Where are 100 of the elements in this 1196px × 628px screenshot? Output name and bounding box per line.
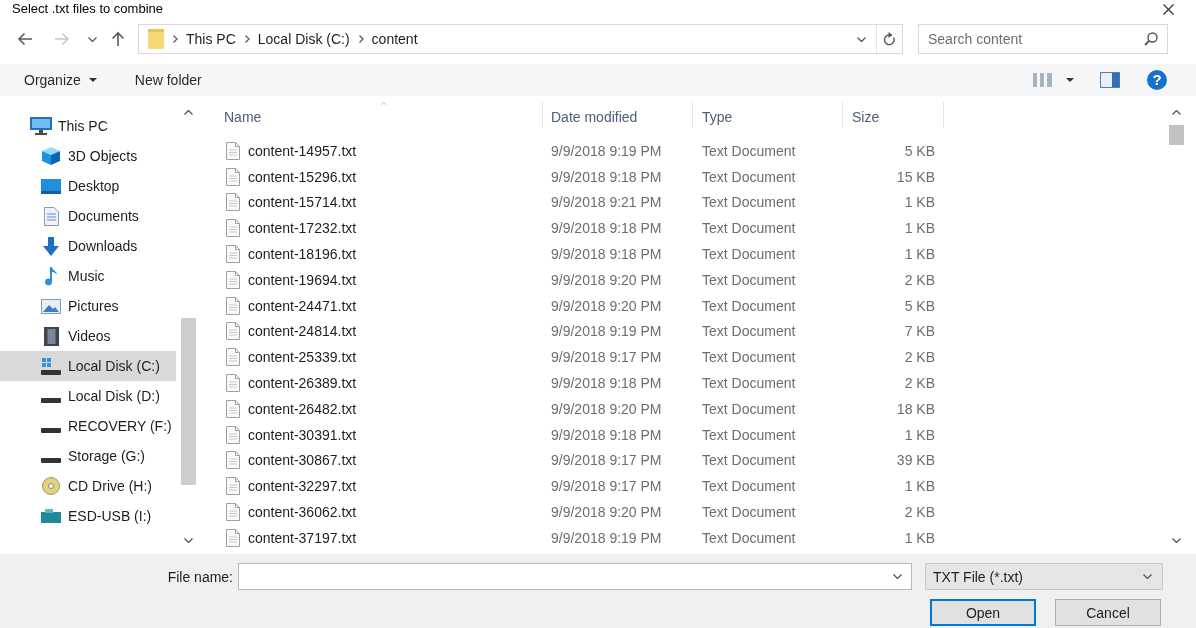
- file-name[interactable]: content-36062.txt: [248, 504, 357, 521]
- sidebar-item[interactable]: Pictures: [0, 291, 176, 321]
- file-type: Text Document: [701, 142, 796, 159]
- chevron-right-icon[interactable]: [244, 35, 250, 43]
- sidebar-item[interactable]: 3D Objects: [0, 141, 176, 171]
- sidebar-item[interactable]: Documents: [0, 201, 176, 231]
- view-options-button[interactable]: [1033, 73, 1074, 87]
- window-title: Select .txt files to combine: [12, 1, 163, 17]
- file-size: 5 KB: [904, 297, 936, 314]
- sidebar-item[interactable]: Local Disk (C:): [0, 351, 176, 381]
- breadcrumb[interactable]: This PC: [186, 30, 236, 48]
- file-date: 9/9/2018 9:18 PM: [550, 168, 662, 185]
- file-type: Text Document: [701, 478, 796, 495]
- preview-pane-icon[interactable]: [1100, 72, 1120, 88]
- dialog-button[interactable]: Open: [930, 599, 1036, 626]
- chevron-up-icon[interactable]: [1172, 110, 1181, 115]
- file-size: 15 KB: [896, 168, 936, 185]
- file-type: Text Document: [701, 220, 796, 237]
- column-header[interactable]: Type: [693, 102, 843, 128]
- chevron-down-icon[interactable]: [184, 538, 193, 543]
- sidebar-item[interactable]: Videos: [0, 321, 176, 351]
- chevron-right-icon[interactable]: [173, 35, 178, 43]
- file-name[interactable]: content-24471.txt: [248, 297, 357, 314]
- breadcrumb[interactable]: content: [371, 30, 418, 48]
- scrollbar-thumb[interactable]: [181, 318, 196, 485]
- file-name-field[interactable]: [238, 563, 912, 590]
- file-date: 9/9/2018 9:19 PM: [550, 529, 662, 546]
- chevron-down-icon[interactable]: [1172, 538, 1181, 543]
- close-icon[interactable]: [1163, 3, 1174, 15]
- document-icon: [226, 270, 240, 289]
- file-size: 7 KB: [904, 323, 936, 340]
- column-header[interactable]: Size: [843, 102, 944, 128]
- file-name[interactable]: content-25339.txt: [248, 349, 357, 366]
- organize-button[interactable]: Organize: [24, 67, 97, 93]
- sidebar-item[interactable]: This PC: [0, 111, 176, 141]
- column-header[interactable]: Name: [197, 102, 543, 128]
- file-name[interactable]: content-26482.txt: [248, 400, 357, 417]
- sidebar-item[interactable]: Downloads: [0, 231, 176, 261]
- sidebar-item[interactable]: Desktop: [0, 171, 176, 201]
- file-name[interactable]: content-19694.txt: [248, 271, 357, 288]
- help-button[interactable]: ?: [1147, 70, 1167, 90]
- document-icon: [226, 219, 240, 238]
- chevron-up-icon[interactable]: [184, 110, 193, 115]
- column-header[interactable]: Date modified: [543, 102, 693, 128]
- file-name[interactable]: content-15296.txt: [248, 168, 357, 185]
- search-icon[interactable]: [1144, 32, 1158, 46]
- file-name[interactable]: content-32297.txt: [248, 478, 357, 495]
- file-date: 9/9/2018 9:21 PM: [550, 194, 662, 211]
- file-name[interactable]: content-14957.txt: [248, 142, 357, 159]
- address-bar[interactable]: This PC Local Disk (C:) content: [138, 24, 903, 54]
- drive-icon: [41, 458, 61, 463]
- file-date: 9/9/2018 9:20 PM: [550, 504, 662, 521]
- new-folder-button[interactable]: New folder: [134, 67, 202, 93]
- sidebar-item[interactable]: ESD-USB (I:): [0, 501, 176, 531]
- file-type: Text Document: [701, 504, 796, 521]
- file-name[interactable]: content-18196.txt: [248, 246, 357, 263]
- document-icon: [43, 206, 59, 226]
- file-name[interactable]: content-24814.txt: [248, 323, 357, 340]
- file-date: 9/9/2018 9:17 PM: [550, 349, 662, 366]
- sidebar-item[interactable]: Local Disk (D:): [0, 381, 176, 411]
- file-date: 9/9/2018 9:19 PM: [550, 142, 662, 159]
- file-type: Text Document: [701, 426, 796, 443]
- chevron-down-icon[interactable]: [857, 36, 866, 42]
- film-icon: [43, 326, 59, 346]
- caret-icon: [1066, 78, 1074, 82]
- file-name[interactable]: content-26389.txt: [248, 375, 357, 392]
- file-size: 2 KB: [904, 504, 936, 521]
- sidebar-item[interactable]: Storage (G:): [0, 441, 176, 471]
- arrow-right-icon: [54, 32, 70, 46]
- file-type: Text Document: [701, 400, 796, 417]
- file-date: 9/9/2018 9:17 PM: [550, 478, 662, 495]
- chevron-down-icon[interactable]: [893, 574, 902, 579]
- sidebar-item[interactable]: Music: [0, 261, 176, 291]
- picture-icon: [41, 298, 61, 314]
- search-field[interactable]: Search content: [918, 24, 1168, 54]
- file-name[interactable]: content-15714.txt: [248, 194, 357, 211]
- chevron-down-icon[interactable]: [1143, 574, 1152, 579]
- file-type: Text Document: [701, 246, 796, 263]
- document-icon: [226, 167, 240, 186]
- sidebar-item[interactable]: RECOVERY (F:): [0, 411, 176, 441]
- refresh-icon[interactable]: [883, 32, 896, 46]
- drive-icon: [41, 428, 61, 433]
- file-name[interactable]: content-17232.txt: [248, 220, 357, 237]
- document-icon: [226, 245, 240, 264]
- dialog-button[interactable]: Cancel: [1055, 599, 1161, 626]
- file-size: 2 KB: [904, 271, 936, 288]
- file-date: 9/9/2018 9:20 PM: [550, 297, 662, 314]
- chevron-right-icon[interactable]: [358, 35, 364, 43]
- file-type-dropdown[interactable]: TXT File (*.txt): [925, 563, 1163, 590]
- file-name[interactable]: content-37197.txt: [248, 529, 357, 546]
- breadcrumb[interactable]: Local Disk (C:): [257, 30, 350, 48]
- file-name[interactable]: content-30867.txt: [248, 452, 357, 469]
- file-type: Text Document: [701, 168, 796, 185]
- file-size: 18 KB: [896, 400, 936, 417]
- file-name-label: File name:: [167, 568, 233, 585]
- sidebar-item[interactable]: CD Drive (H:): [0, 471, 176, 501]
- file-size: 2 KB: [904, 375, 936, 392]
- scrollbar-thumb[interactable]: [1169, 125, 1184, 145]
- chevron-down-icon: [87, 36, 97, 42]
- file-name[interactable]: content-30391.txt: [248, 426, 357, 443]
